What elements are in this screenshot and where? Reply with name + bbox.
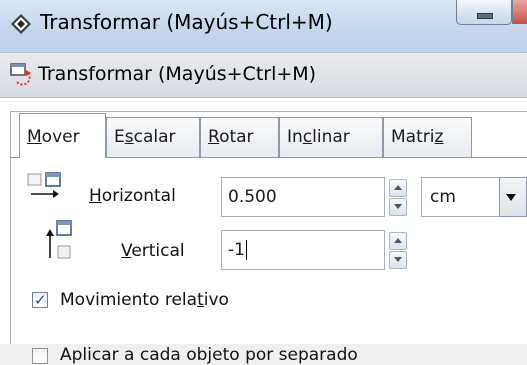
unit-value: cm [430, 187, 456, 207]
tab-escalar[interactable]: Escalar [106, 117, 200, 157]
tab-inclinar-label: linar [312, 127, 350, 147]
window-title: Transformar (Mayús+Ctrl+M) [40, 10, 333, 34]
move-horizontal-icon [27, 172, 61, 198]
tab-mover[interactable]: Mover [19, 113, 106, 158]
unit-dropdown-icon[interactable] [499, 177, 527, 217]
separate-label[interactable]: Aplicar a cada objeto por separado [60, 345, 358, 365]
checkmark-icon: ✓ [34, 291, 47, 309]
vertical-spin-up[interactable] [389, 232, 407, 250]
relative-label-pre: Movimiento rela [60, 290, 198, 310]
transform-icon [10, 63, 31, 86]
vertical-spinner[interactable] [389, 232, 407, 269]
horizontal-spin-up[interactable] [389, 179, 407, 197]
tab-inclinar[interactable]: Inclinar [279, 117, 383, 157]
docker-title: Transformar (Mayús+Ctrl+M) [38, 63, 317, 85]
horizontal-spinner[interactable] [389, 179, 407, 216]
horizontal-spin-down[interactable] [389, 198, 407, 216]
horizontal-input[interactable]: 0.500 [221, 177, 385, 217]
horizontal-label: Horizontal [89, 186, 176, 206]
relative-label-rest: ivo [203, 290, 229, 310]
vertical-spin-down[interactable] [389, 251, 407, 269]
tab-inclinar-mnemonic: c [302, 127, 313, 147]
minimize-button[interactable] [456, 0, 512, 25]
tab-matriz-pre: Matri [391, 127, 435, 147]
unit-select[interactable]: cm [421, 177, 527, 217]
horizontal-value: 0.500 [228, 187, 277, 207]
tab-mover-mnemonic: M [27, 127, 42, 147]
horizontal-label-rest: orizontal [101, 186, 176, 206]
tab-escalar-pre: E [114, 127, 125, 147]
relative-label-mnemonic: t [197, 290, 204, 310]
app-icon [11, 14, 31, 34]
tab-rotar-label: otar [219, 127, 254, 147]
horizontal-label-mnemonic: H [89, 186, 102, 206]
text-caret [246, 240, 247, 260]
tab-matriz[interactable]: Matriz [383, 117, 472, 157]
tab-escalar-mnemonic: s [124, 127, 134, 147]
vertical-value: -1 [228, 240, 245, 260]
docker-header: Transformar (Mayús+Ctrl+M) [0, 53, 527, 98]
tab-inclinar-pre: In [287, 127, 303, 147]
move-vertical-icon [46, 220, 72, 259]
tab-matriz-mnemonic: z [434, 127, 444, 147]
vertical-label-mnemonic: V [121, 241, 132, 261]
tab-mover-label: over [41, 127, 80, 147]
tab-rotar-mnemonic: R [208, 127, 220, 147]
separate-checkbox[interactable] [32, 348, 48, 364]
tab-escalar-label: calar [133, 127, 176, 147]
minimize-icon [477, 13, 493, 19]
tab-rotar[interactable]: Rotar [200, 117, 279, 157]
relative-label[interactable]: Movimiento relativo [60, 290, 229, 310]
window-titlebar[interactable]: Transformar (Mayús+Ctrl+M) [0, 0, 527, 53]
close-button[interactable] [512, 0, 527, 24]
vertical-label: Vertical [121, 241, 185, 261]
vertical-label-rest: ertical [131, 241, 185, 261]
relative-checkbox[interactable]: ✓ [32, 291, 48, 309]
